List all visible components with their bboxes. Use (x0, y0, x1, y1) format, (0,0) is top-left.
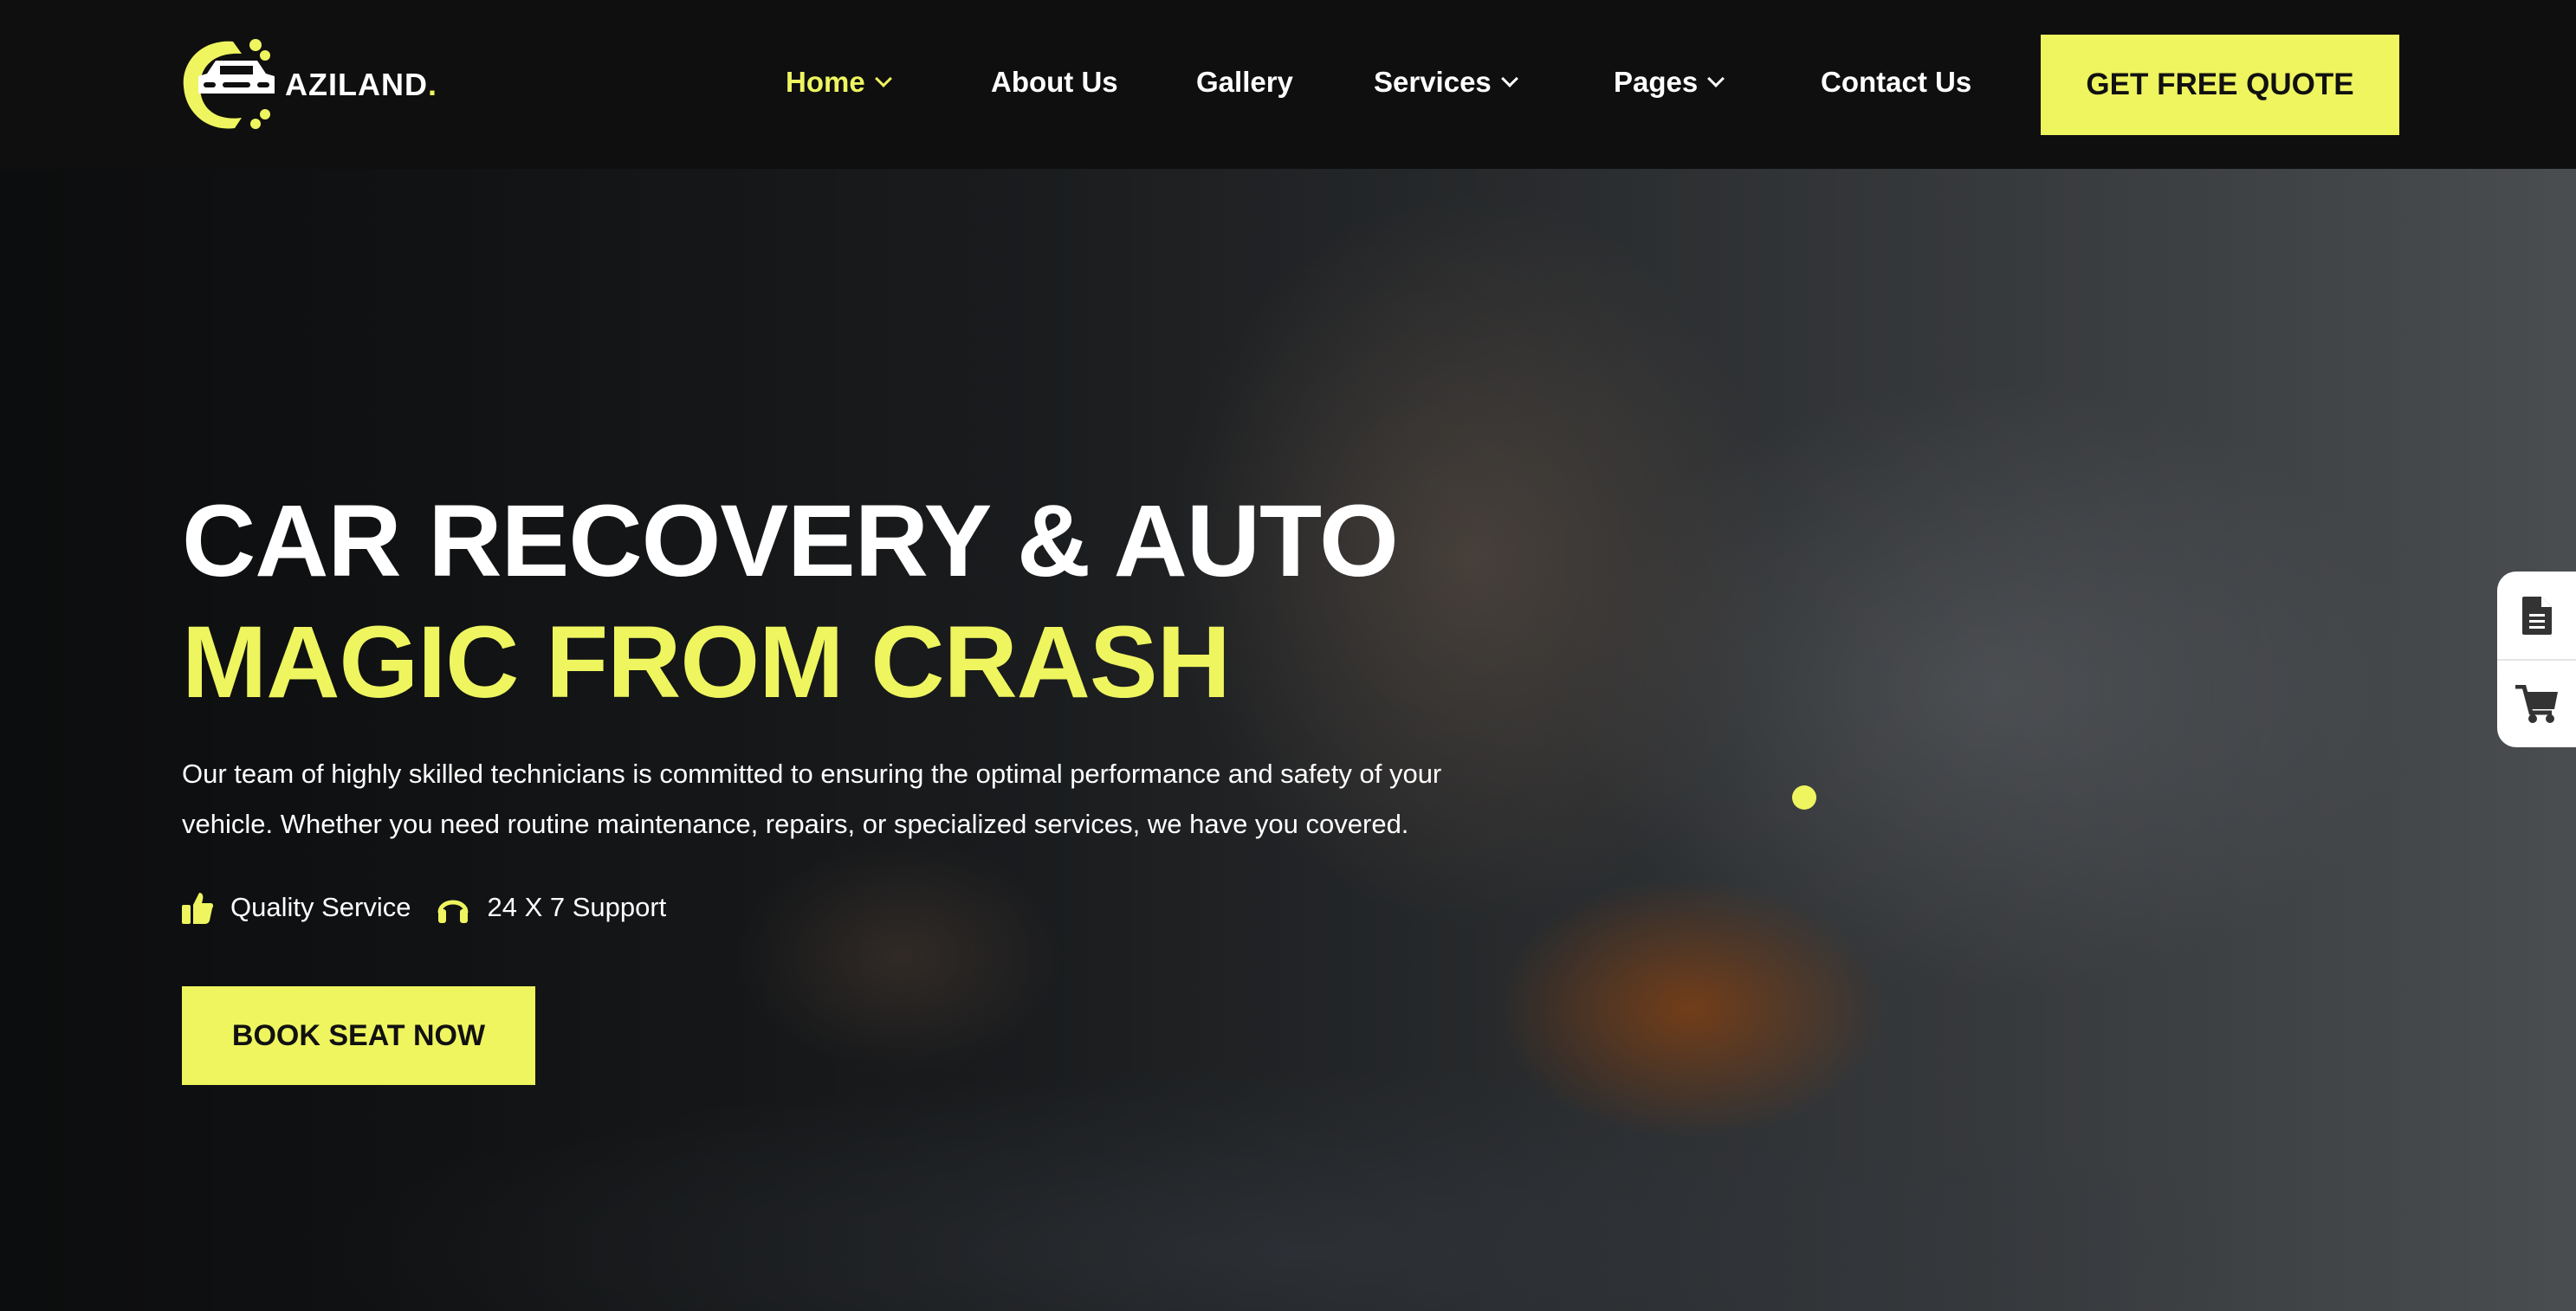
cart-icon (2515, 684, 2558, 723)
top-navbar: AZILAND. Home About Us Gallery Services … (0, 0, 2576, 169)
chevron-down-icon (1707, 70, 1725, 87)
chevron-down-icon (874, 70, 892, 87)
decorative-dot (1792, 785, 1816, 810)
thumbs-up-icon (182, 893, 213, 924)
nav-pages[interactable]: Pages (1614, 66, 1725, 99)
get-free-quote-button[interactable]: GET FREE QUOTE (2041, 35, 2399, 135)
hero-title: CAR RECOVERY & AUTO MAGIC FROM CRASH (182, 484, 1399, 720)
feature-quality-service: Quality Service (182, 891, 411, 924)
logo[interactable]: AZILAND. (181, 35, 437, 135)
feature-label: Quality Service (230, 892, 411, 922)
brand-name: AZILAND. (285, 67, 437, 102)
feature-list: Quality Service 24 X 7 Support (182, 891, 1481, 924)
nav-home[interactable]: Home (786, 66, 892, 99)
nav-contact-us[interactable]: Contact Us (1821, 66, 1971, 99)
car-splash-logo-icon (183, 39, 275, 129)
chevron-down-icon (1500, 70, 1518, 87)
headphones-icon (437, 900, 469, 923)
feature-support: 24 X 7 Support (437, 892, 666, 923)
hero-description: Our team of highly skilled technicians i… (182, 759, 1442, 839)
cart-button[interactable] (2497, 659, 2576, 746)
feature-label: 24 X 7 Support (487, 892, 667, 922)
side-widget (2497, 572, 2576, 747)
nav-services[interactable]: Services (1374, 66, 1518, 99)
document-icon (2521, 596, 2552, 635)
book-seat-button[interactable]: BOOK SEAT NOW (182, 986, 535, 1085)
nav-about-us[interactable]: About Us (991, 66, 1118, 99)
nav-gallery[interactable]: Gallery (1196, 66, 1293, 99)
document-button[interactable] (2497, 572, 2576, 659)
hero-content: CAR RECOVERY & AUTO MAGIC FROM CRASH Our … (182, 481, 1481, 1085)
